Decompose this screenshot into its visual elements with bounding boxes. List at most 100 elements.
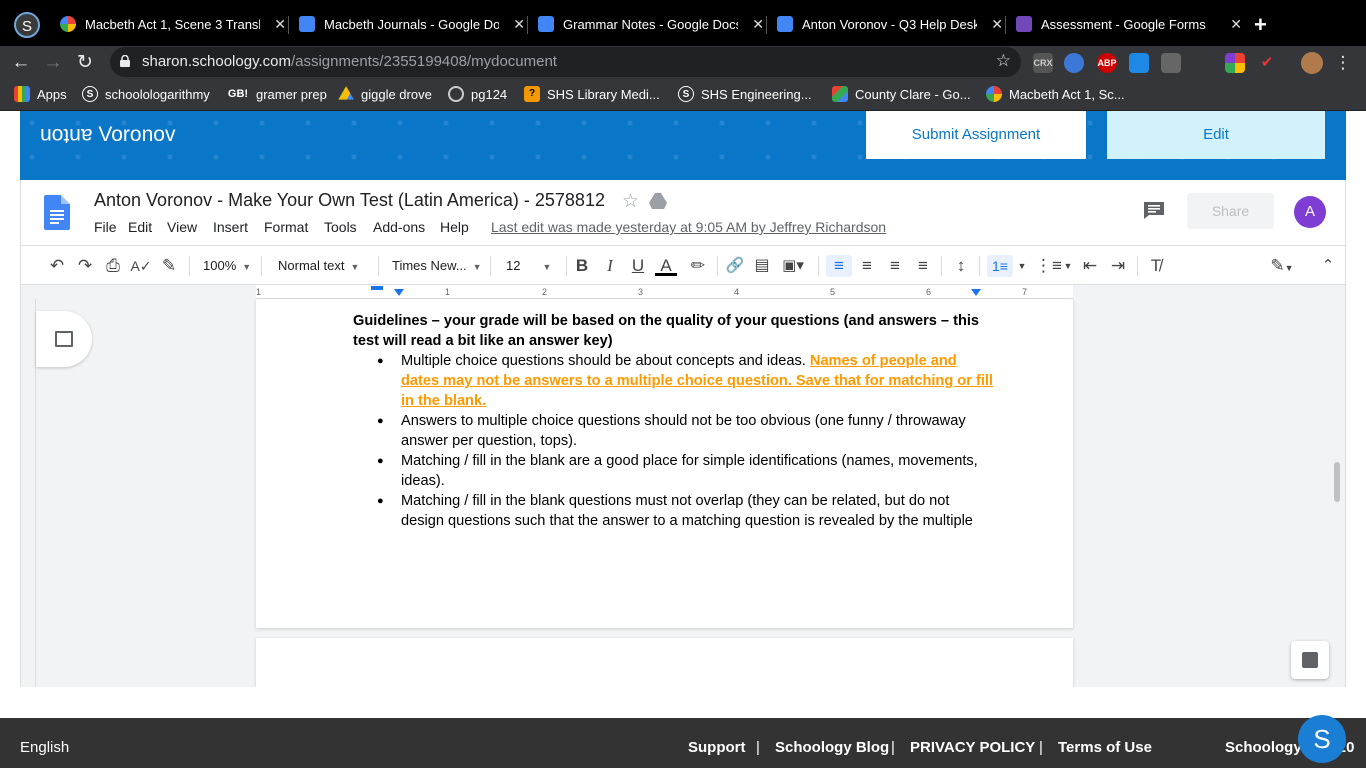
align-left-icon[interactable]: ≡ xyxy=(826,255,852,277)
checkmark-red-extension-icon[interactable]: ✔ xyxy=(1257,53,1277,73)
left-indent-marker[interactable] xyxy=(371,286,383,290)
terms-of-use-link[interactable]: Terms of Use xyxy=(1058,739,1152,756)
schoology-chat-button[interactable]: S xyxy=(1298,715,1346,763)
highlight-pen-icon[interactable]: ✏ xyxy=(687,255,709,277)
text-color-icon[interactable]: A xyxy=(655,255,677,276)
vertical-scrollbar[interactable] xyxy=(1334,462,1340,502)
spellcheck-icon[interactable]: A✓ xyxy=(130,255,152,277)
briefcase-extension-icon[interactable] xyxy=(1161,53,1181,73)
checkmark-extension-icon[interactable] xyxy=(1129,53,1149,73)
menu-kebab-icon[interactable]: ⋮ xyxy=(1330,50,1356,76)
decrease-indent-icon[interactable]: ⇤ xyxy=(1079,255,1101,277)
increase-indent-icon[interactable]: ⇥ xyxy=(1107,255,1129,277)
color-extension-icon[interactable] xyxy=(1225,53,1245,73)
bookmark-apps[interactable]: Apps xyxy=(14,86,67,102)
bookmark-giggle-drove[interactable]: giggle drove xyxy=(338,86,432,102)
submit-assignment-button[interactable]: Submit Assignment xyxy=(866,111,1086,159)
align-center-icon[interactable]: ≡ xyxy=(856,255,878,277)
forward-arrow-icon[interactable]: → xyxy=(40,50,66,76)
style-dropdown[interactable]: Normal text ▼ xyxy=(278,255,359,277)
user-avatar[interactable] xyxy=(1301,52,1323,74)
clear-formatting-icon[interactable]: T̸ xyxy=(1145,255,1167,277)
undo-icon[interactable]: ↶ xyxy=(46,255,68,277)
menu-tools[interactable]: Tools xyxy=(324,219,357,235)
browser-tab[interactable]: Grammar Notes - Google Docs ✕ xyxy=(528,8,766,40)
document-body[interactable]: Guidelines – your grade will be based on… xyxy=(353,311,993,531)
chevron-down-icon[interactable]: ▼ xyxy=(1061,255,1075,277)
tab-close-icon[interactable]: ✕ xyxy=(513,16,525,33)
menu-addons[interactable]: Add-ons xyxy=(373,219,425,235)
crx-extension-icon[interactable]: CRX xyxy=(1033,53,1053,73)
tab-close-icon[interactable]: ✕ xyxy=(991,16,1003,33)
tab-close-icon[interactable]: ✕ xyxy=(274,16,286,33)
explore-button[interactable] xyxy=(1291,641,1329,679)
browser-tab[interactable]: Assessment - Google Forms ✕ xyxy=(1006,8,1244,40)
extension-icon[interactable] xyxy=(1193,53,1213,73)
bookmark-schoolologarithmy[interactable]: S schoolologarithmy xyxy=(82,86,210,102)
document-title[interactable]: Anton Voronov - Make Your Own Test (Lati… xyxy=(94,190,605,211)
document-outline-button[interactable] xyxy=(36,311,92,367)
bookmark-star-icon[interactable]: ☆ xyxy=(996,51,1011,71)
bookmark-shs-library[interactable]: ? SHS Library Medi... xyxy=(524,86,660,102)
font-size-dropdown[interactable]: 12 ▼ xyxy=(506,255,551,277)
italic-icon[interactable]: I xyxy=(599,255,621,277)
underline-icon[interactable]: U xyxy=(627,255,649,277)
language-selector[interactable]: English xyxy=(20,739,69,756)
account-avatar[interactable]: A xyxy=(1294,196,1326,228)
reload-icon[interactable]: ↻ xyxy=(72,50,98,76)
document-page[interactable]: Guidelines – your grade will be based on… xyxy=(256,299,1073,628)
browser-tab[interactable]: Macbeth Act 1, Scene 3 Transla ✕ xyxy=(50,8,288,40)
bookmark-macbeth[interactable]: Macbeth Act 1, Sc... xyxy=(986,86,1125,102)
editing-mode-icon[interactable]: ✎▼ xyxy=(1265,255,1299,277)
star-icon[interactable]: ☆ xyxy=(622,190,639,213)
menu-view[interactable]: View xyxy=(167,219,197,235)
menu-help[interactable]: Help xyxy=(440,219,469,235)
blog-link[interactable]: Schoology Blog xyxy=(775,739,889,756)
browser-tab[interactable]: Anton Voronov - Q3 Help Desk ✕ xyxy=(767,8,1005,40)
menu-format[interactable]: Format xyxy=(264,219,308,235)
profile-icon[interactable]: S xyxy=(14,12,40,38)
bookmark-county-clare[interactable]: County Clare - Go... xyxy=(832,86,971,102)
bulleted-list-icon[interactable]: ⋮≡ xyxy=(1035,255,1062,277)
right-indent-marker[interactable] xyxy=(971,289,981,296)
back-arrow-icon[interactable]: ← xyxy=(8,50,34,76)
new-tab-button[interactable]: + xyxy=(1254,12,1267,38)
google-docs-logo-icon[interactable] xyxy=(44,195,70,230)
edit-button[interactable]: Edit xyxy=(1107,111,1325,159)
owl-extension-icon[interactable] xyxy=(1064,53,1084,73)
menu-file[interactable]: File xyxy=(94,219,117,235)
print-icon[interactable]: ⎙ xyxy=(102,255,124,277)
zoom-dropdown[interactable]: 100% ▼ xyxy=(203,255,251,277)
menu-edit[interactable]: Edit xyxy=(128,219,152,235)
bold-icon[interactable]: B xyxy=(571,255,593,277)
adblock-extension-icon[interactable]: ABP xyxy=(1097,53,1117,73)
chevron-down-icon[interactable]: ▼ xyxy=(1015,255,1029,277)
menu-insert[interactable]: Insert xyxy=(213,219,248,235)
font-dropdown[interactable]: Times New... ▼ xyxy=(392,255,482,277)
browser-tab[interactable]: Macbeth Journals - Google Doc ✕ xyxy=(289,8,527,40)
bookmark-pg124[interactable]: pg124 xyxy=(448,86,507,102)
collapse-toolbar-icon[interactable]: ⌃ xyxy=(1317,255,1339,277)
last-edit-link[interactable]: Last edit was made yesterday at 9:05 AM … xyxy=(491,219,886,235)
bookmark-shs-engineering[interactable]: S SHS Engineering... xyxy=(678,86,812,102)
tab-close-icon[interactable]: ✕ xyxy=(1230,16,1242,33)
privacy-policy-link[interactable]: PRIVACY POLICY xyxy=(910,739,1035,756)
move-to-drive-icon[interactable] xyxy=(649,193,667,209)
insert-image-icon[interactable]: ▣▾ xyxy=(779,255,807,277)
align-right-icon[interactable]: ≡ xyxy=(884,255,906,277)
share-button[interactable]: Share xyxy=(1187,193,1274,229)
insert-link-icon[interactable]: 🔗 xyxy=(723,255,747,277)
support-link[interactable]: Support xyxy=(688,739,746,756)
redo-icon[interactable]: ↷ xyxy=(74,255,96,277)
first-line-indent-marker[interactable] xyxy=(394,289,404,296)
bookmark-gramer-prep[interactable]: GB! gramer prep xyxy=(227,86,327,102)
justify-icon[interactable]: ≡ xyxy=(912,255,934,277)
line-spacing-icon[interactable]: ↕ xyxy=(950,255,972,277)
document-page-2[interactable] xyxy=(256,638,1073,687)
insert-comment-icon[interactable]: ▤ xyxy=(751,255,773,277)
numbered-list-icon[interactable]: 1≡ xyxy=(987,255,1013,277)
paint-format-icon[interactable]: ✎ xyxy=(158,255,180,277)
address-bar[interactable]: sharon.schoology.com/assignments/2355199… xyxy=(110,47,1021,77)
comment-icon[interactable] xyxy=(1143,201,1165,219)
tab-close-icon[interactable]: ✕ xyxy=(752,16,764,33)
